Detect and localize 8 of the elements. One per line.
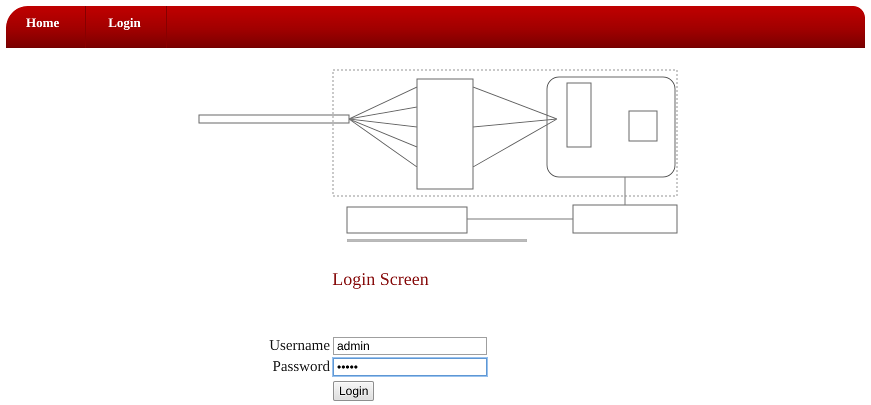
login-button[interactable]: Login [333, 381, 374, 401]
field-label: Password [271, 358, 331, 376]
nav-link[interactable]: Login [86, 6, 167, 48]
page-heading: Login Screen [331, 269, 430, 290]
input-field[interactable]: ••••• [333, 358, 487, 376]
input-field[interactable]: admin [333, 337, 487, 355]
field-label: Username [268, 338, 331, 354]
nav-link[interactable]: Home [6, 6, 86, 48]
